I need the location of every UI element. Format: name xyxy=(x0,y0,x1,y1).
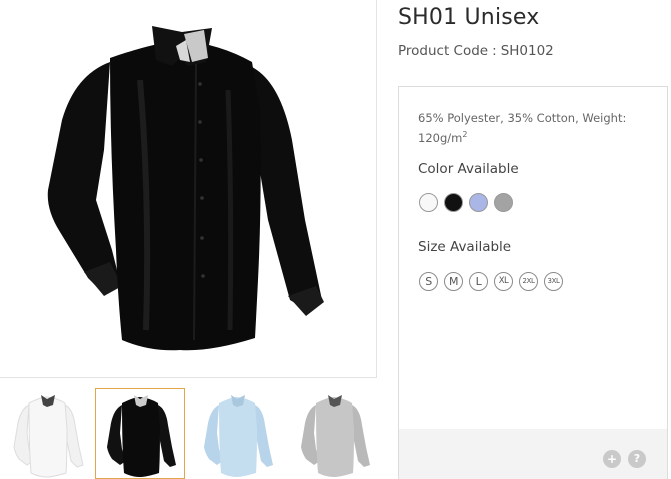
panel-footer: + ? xyxy=(399,429,667,479)
size-option-s[interactable]: S xyxy=(419,272,438,291)
help-button[interactable]: ? xyxy=(628,450,646,468)
shirt-thumb-icon xyxy=(204,395,273,477)
color-swatch-black[interactable] xyxy=(444,193,463,212)
product-code-separator: : xyxy=(492,43,497,59)
product-code: Product Code: SH0102 xyxy=(398,43,554,59)
plus-button[interactable]: + xyxy=(603,450,621,468)
product-title: SH01 Unisex xyxy=(398,5,540,30)
size-option-m[interactable]: M xyxy=(444,272,463,291)
shirt-thumb-icon xyxy=(13,395,84,478)
thumbnail-light-blue-shirt[interactable] xyxy=(192,388,282,479)
product-info-panel: 65% Polyester, 35% Cotton, Weight: 120g/… xyxy=(398,86,668,479)
product-code-value: SH0102 xyxy=(500,43,554,59)
size-option-xl[interactable]: XL xyxy=(494,272,513,291)
shirt-thumb-icon xyxy=(301,395,370,477)
thumbnail-grey-shirt[interactable] xyxy=(289,388,379,479)
black-shirt-image xyxy=(47,26,324,351)
size-option-3xl[interactable]: 3XL xyxy=(544,272,563,291)
color-heading: Color Available xyxy=(418,161,519,177)
product-code-label: Product Code xyxy=(398,43,489,59)
thumbnail-black-shirt[interactable] xyxy=(95,388,185,479)
shirt-thumb-icon xyxy=(107,395,176,477)
main-product-image[interactable] xyxy=(0,0,377,378)
size-heading: Size Available xyxy=(418,239,512,255)
color-swatch-grey[interactable] xyxy=(494,193,513,212)
size-option-l[interactable]: L xyxy=(469,272,488,291)
color-swatch-light-blue[interactable] xyxy=(469,193,488,212)
thumbnail-white-shirt[interactable] xyxy=(2,388,92,479)
size-option-2xl[interactable]: 2XL xyxy=(519,272,538,291)
fabric-composition: 65% Polyester, 35% Cotton, Weight: 120g/… xyxy=(418,108,658,148)
thumbnail-strip xyxy=(0,388,377,479)
composition-text: 65% Polyester, 35% Cotton, Weight: 120g/… xyxy=(418,111,627,145)
color-swatch-white[interactable] xyxy=(419,193,438,212)
composition-superscript: 2 xyxy=(462,130,468,140)
